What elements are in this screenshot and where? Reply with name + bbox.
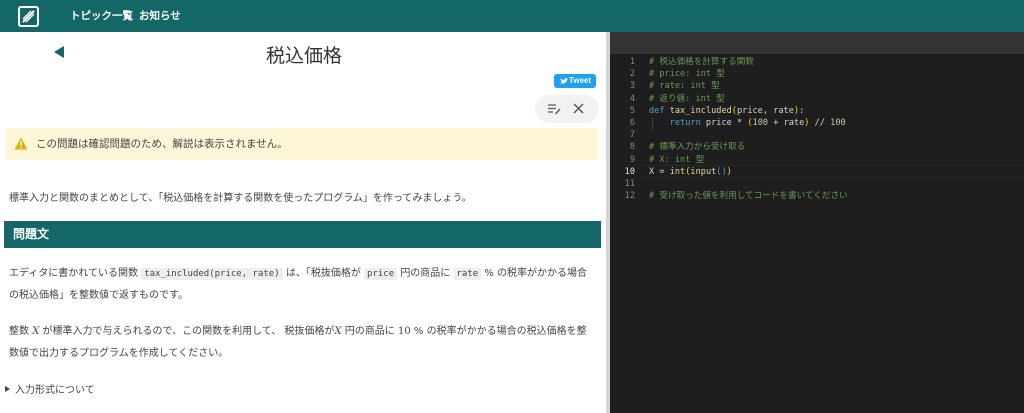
code-line[interactable]: 2 # price: int 型 — [610, 68, 1024, 80]
code-token: tax_included — [669, 105, 732, 116]
line-number: 2 — [629, 69, 635, 80]
code-token: def — [649, 105, 670, 116]
code-token: # price: int 型 — [649, 69, 725, 80]
details-summary: 入力形式について — [15, 385, 95, 396]
code-text: # 標準入力から受け取る — [649, 141, 745, 153]
code-token: ) — [726, 166, 732, 177]
intro-text: 標準入力と関数のまとめとして、「税込価格を計算する関数を使ったプログラム」を作っ… — [9, 193, 472, 204]
code-text: # 返り値: int 型 — [649, 93, 725, 105]
code-line[interactable]: 9 # X: int 型 — [610, 154, 1024, 166]
p1-text-a: エディタに書かれている関数 — [9, 268, 138, 279]
code-lines[interactable]: 1 # 税込価格を計算する関数 2 # price: int 型 3 # rate: in… — [610, 56, 1024, 202]
code-text: # rate: int 型 — [649, 80, 720, 92]
line-number: 10 — [624, 166, 635, 177]
p1-text-c: 円の商品に — [400, 268, 451, 279]
list-edit-icon[interactable] — [548, 104, 561, 115]
line-number: 1 — [629, 57, 635, 67]
line-number: 11 — [624, 178, 635, 189]
inline-code-price: price — [364, 268, 398, 280]
code-token: + rate — [768, 117, 805, 128]
line-number: 6 — [629, 117, 635, 128]
math-var-x: X — [32, 326, 40, 337]
code-token: # 返り値: int 型 — [649, 93, 725, 104]
p2-text-a: 整数 — [9, 326, 29, 337]
problem-paragraph-1: エディタに書かれている関数 tax_included(price, rate) … — [9, 263, 594, 307]
code-token: // — [809, 117, 831, 128]
code-line[interactable]: 10 X = int(input()) — [610, 166, 1024, 178]
code-token: # 受け取った値を利用してコードを書いてください — [649, 191, 848, 202]
line-number: 7 — [629, 130, 635, 141]
code-text: def tax_included(price, rate): — [649, 105, 804, 117]
nav-topics-link[interactable]: トピック一覧 — [70, 0, 133, 32]
code-line[interactable]: 7 — [610, 129, 1024, 141]
line-number: 8 — [629, 142, 635, 153]
code-line[interactable]: 12 # 受け取った値を利用してコードを書いてください — [610, 190, 1024, 202]
code-token: input — [690, 166, 717, 177]
input-format-toggle[interactable]: 入力形式について — [5, 381, 95, 396]
code-text: # 税込価格を計算する関数 — [649, 56, 754, 68]
top-navbar: トピック一覧 お知らせ — [0, 0, 1024, 32]
code-token: price, rate — [736, 105, 794, 116]
line-number: 3 — [629, 81, 635, 92]
problem-pane: 税込価格 Tweet この問題は確認問題のため、解説は表示されません。 標準入力… — [0, 32, 608, 413]
close-icon[interactable] — [573, 103, 584, 114]
line-number: 12 — [624, 191, 635, 202]
code-token: # 税込価格を計算する関数 — [649, 57, 754, 67]
section-heading: 問題文 — [13, 227, 50, 241]
expand-triangle-icon — [5, 386, 10, 392]
code-line[interactable]: 11 — [610, 178, 1024, 190]
code-token: () — [716, 166, 727, 177]
code-token: return — [669, 117, 706, 128]
inline-code-rate: rate — [453, 268, 482, 280]
code-token: : — [799, 105, 805, 116]
problem-paragraph-2: 整数 X が標準入力で与えられるので、この関数を利用して、 税抜価格がX 円の商… — [9, 321, 594, 365]
notice-alert: この問題は確認問題のため、解説は表示されません。 — [6, 128, 598, 160]
code-text: return price * (100 + rate) // 100 — [649, 117, 846, 129]
math-num-10: 10 — [397, 326, 411, 337]
code-token: price * — [705, 117, 748, 128]
code-editor[interactable]: 1 # 税込価格を計算する関数 2 # price: int 型 3 # rate: in… — [610, 32, 1024, 413]
math-var-x-2: X — [334, 326, 342, 337]
section-header: 問題文 — [4, 221, 601, 248]
code-token: int — [669, 166, 686, 177]
p2-text-c: 円の商品に — [344, 326, 395, 337]
code-text: X = int(input()) — [649, 166, 732, 178]
tweet-label: Tweet — [568, 76, 591, 85]
code-line[interactable]: 8 # 標準入力から受け取る — [610, 141, 1024, 153]
code-token: X = — [649, 166, 670, 177]
p2-text-b: が標準入力で与えられるので、この関数を利用して、 税抜価格が — [42, 326, 335, 337]
code-token: # rate: int 型 — [649, 81, 720, 92]
code-token: 100 — [830, 117, 846, 128]
code-token: 100 — [752, 117, 769, 128]
line-number: 9 — [629, 154, 635, 165]
code-text: # price: int 型 — [649, 68, 725, 80]
editor-toolbar — [610, 32, 1024, 54]
logo-icon[interactable] — [18, 6, 39, 27]
tweet-button[interactable]: Tweet — [554, 74, 596, 88]
code-text: # 受け取った値を利用してコードを書いてください — [649, 190, 848, 202]
code-text: # X: int 型 — [649, 154, 704, 166]
code-token: # X: int 型 — [649, 154, 705, 165]
page-title: 税込価格 — [265, 45, 342, 67]
alert-text: この問題は確認問題のため、解説は表示されません。 — [36, 138, 288, 150]
p1-text-b: は、「税抜価格が — [285, 268, 361, 279]
code-token: # 標準入力から受け取る — [649, 142, 746, 153]
code-line[interactable]: 6 return price * (100 + rate) // 100 — [610, 117, 1024, 129]
line-number: 5 — [629, 105, 635, 116]
code-line[interactable]: 1 # 税込価格を計算する関数 — [610, 56, 1024, 68]
line-number: 4 — [629, 93, 635, 104]
toolbar-pill — [535, 95, 599, 123]
warning-icon — [14, 137, 28, 150]
twitter-bird-icon — [560, 78, 568, 84]
inline-code-function: tax_included(price, rate) — [141, 268, 283, 280]
code-line[interactable]: 4 # 返り値: int 型 — [610, 93, 1024, 105]
code-line[interactable]: 3 # rate: int 型 — [610, 80, 1024, 92]
code-line[interactable]: 5 def tax_included(price, rate): — [610, 105, 1024, 117]
nav-news-link[interactable]: お知らせ — [139, 0, 181, 32]
